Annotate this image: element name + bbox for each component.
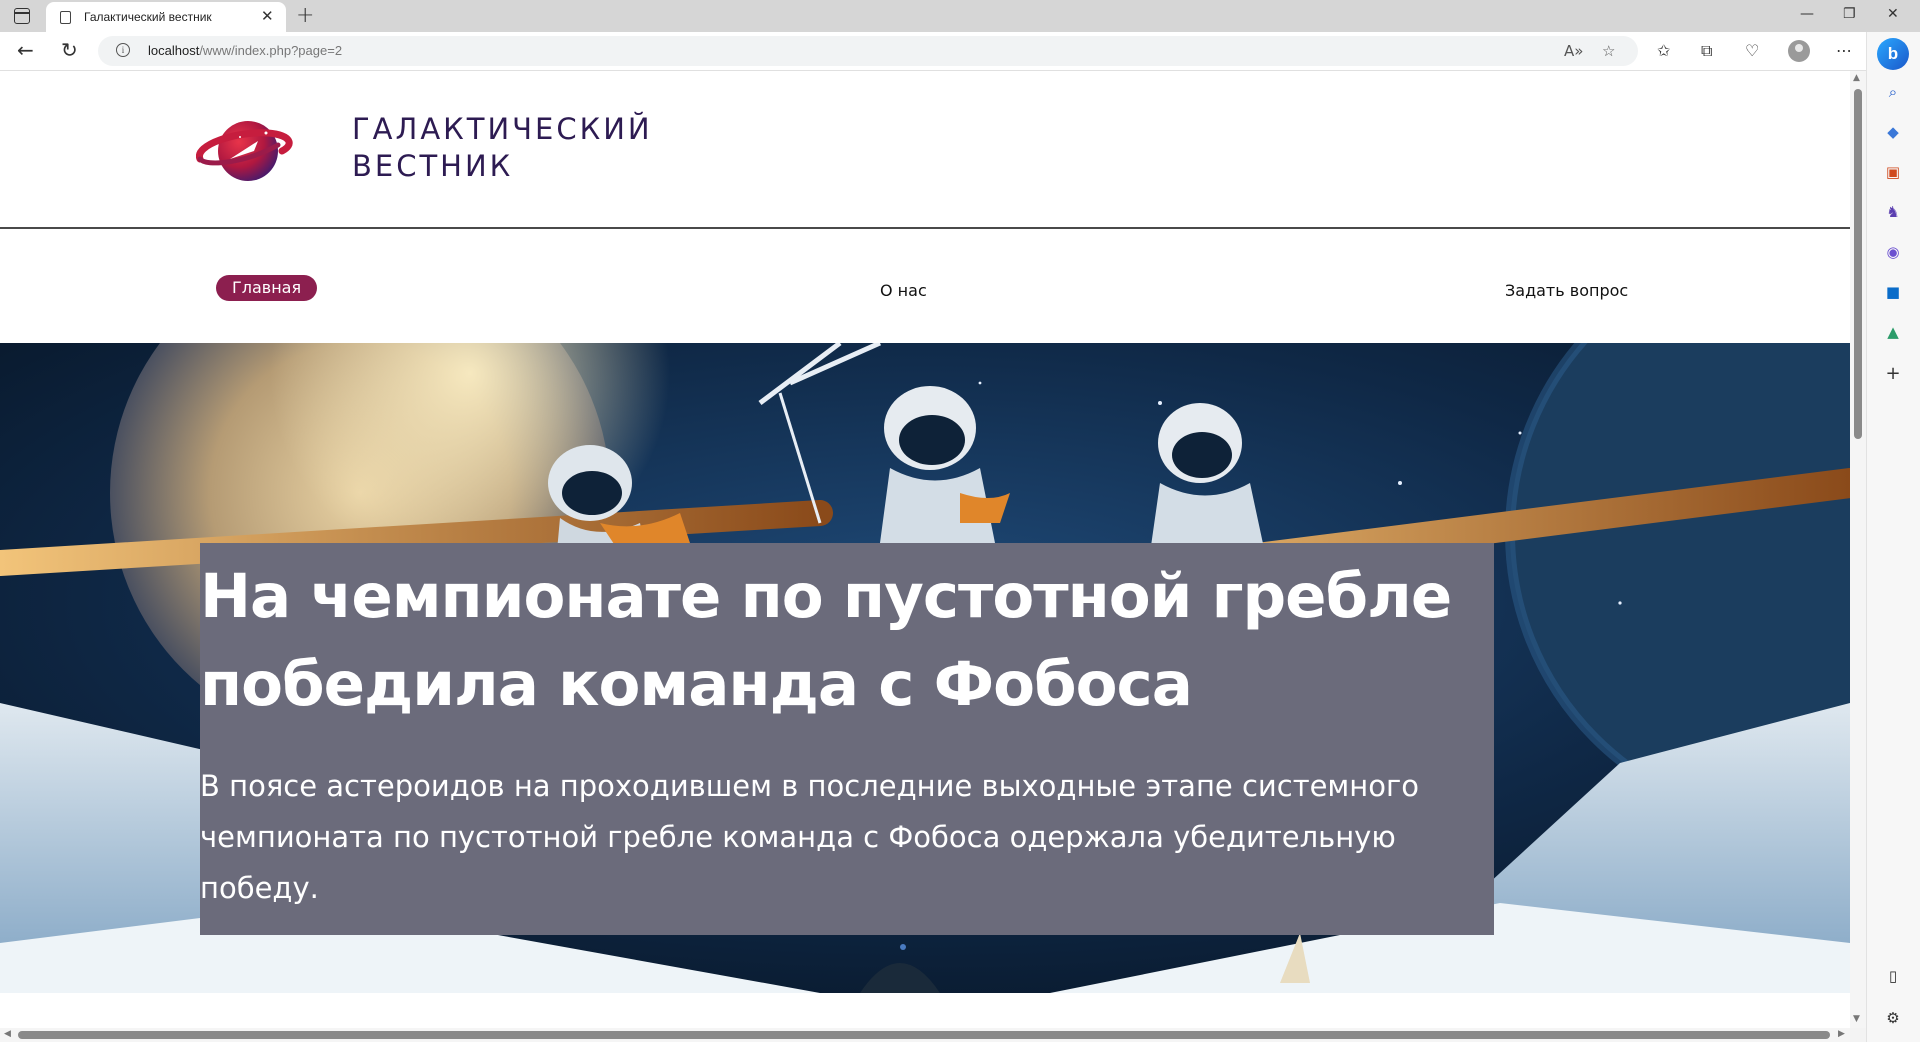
site-header: Галактический вестник <box>0 71 1850 229</box>
scroll-left-icon[interactable]: ◀ <box>4 1029 11 1039</box>
nav-about[interactable]: О нас <box>880 281 927 300</box>
shopping-icon[interactable]: ◆ <box>1883 122 1903 142</box>
settings-icon[interactable]: ⚙ <box>1883 1008 1903 1028</box>
favorites-icon[interactable]: ✩ <box>1657 41 1670 60</box>
collections-icon[interactable]: ⧉ <box>1701 41 1712 61</box>
outlook-icon[interactable]: ■ <box>1883 282 1903 302</box>
site-title[interactable]: Галактический вестник <box>352 111 672 185</box>
tab-title: Галактический вестник <box>84 10 212 24</box>
edge-sidebar: b ⌕ ◆ ▣ ♞ ◉ ■ ▲ + ▯ ⚙ <box>1866 32 1920 1042</box>
search-icon[interactable]: ⌕ <box>1883 82 1903 102</box>
tools-icon[interactable]: ▣ <box>1883 162 1903 182</box>
url-host: localhost <box>148 43 200 58</box>
nav-ask-question[interactable]: Задать вопрос <box>1505 281 1628 300</box>
headline[interactable]: На чемпионате по пустотной гребле победи… <box>200 553 1480 729</box>
close-tab-icon[interactable]: ✕ <box>261 7 274 25</box>
hero-banner: На чемпионате по пустотной гребле победи… <box>0 343 1850 993</box>
scroll-right-icon[interactable]: ▶ <box>1838 1029 1845 1039</box>
slide-indicator[interactable] <box>900 944 906 950</box>
planet-logo-icon[interactable] <box>196 115 296 185</box>
site-title-line2: вестник <box>352 149 514 183</box>
close-window-button[interactable]: ✕ <box>1887 6 1899 22</box>
horizontal-scroll-thumb[interactable] <box>18 1031 1830 1039</box>
browser-tab[interactable]: Галактический вестник ✕ <box>46 2 286 32</box>
more-icon[interactable]: ⋯ <box>1836 41 1852 60</box>
profile-icon[interactable] <box>1788 40 1810 62</box>
address-bar[interactable]: i localhost/www/index.php?page=2 A» ☆ <box>98 36 1638 66</box>
restore-button[interactable]: ❐ <box>1843 6 1856 22</box>
page-viewport: Галактический вестник Главная О нас Зада… <box>0 71 1850 1028</box>
new-tab-button[interactable]: + <box>296 3 314 28</box>
favorite-icon[interactable]: ☆ <box>1602 42 1615 60</box>
tab-actions-icon[interactable] <box>14 8 30 24</box>
url-text[interactable]: localhost/www/index.php?page=2 <box>148 43 342 58</box>
site-title-line1: Галактический <box>352 112 653 146</box>
nav-home[interactable]: Главная <box>216 275 318 301</box>
scroll-down-icon[interactable]: ▼ <box>1853 1014 1860 1024</box>
vertical-scroll-thumb[interactable] <box>1854 89 1862 439</box>
split-screen-icon[interactable]: ▯ <box>1883 966 1903 986</box>
office-icon[interactable]: ◉ <box>1883 242 1903 262</box>
games-icon[interactable]: ♞ <box>1883 202 1903 222</box>
refresh-icon[interactable]: ↻ <box>61 38 78 62</box>
drop-icon[interactable]: ▲ <box>1883 322 1903 342</box>
page-icon <box>60 11 71 24</box>
back-icon[interactable]: ← <box>17 38 34 62</box>
info-icon[interactable]: i <box>116 43 130 57</box>
bing-icon[interactable]: b <box>1877 38 1909 70</box>
lead-text: В поясе астероидов на проходившем в посл… <box>200 769 1419 905</box>
browser-toolbar: ← ↻ i localhost/www/index.php?page=2 A» … <box>0 32 1920 71</box>
horizontal-scrollbar[interactable]: ◀ ▶ <box>0 1028 1850 1042</box>
url-path: /www/index.php?page=2 <box>199 43 343 58</box>
read-aloud-icon[interactable]: A» <box>1564 42 1583 60</box>
hero-caption: На чемпионате по пустотной гребле победи… <box>200 543 1494 935</box>
main-nav: Главная О нас Задать вопрос <box>0 229 1850 343</box>
title-bar: Галактический вестник ✕ + — ❐ ✕ <box>0 0 1920 32</box>
page-below-fold <box>0 993 1850 1028</box>
minimize-button[interactable]: — <box>1800 6 1814 22</box>
add-icon[interactable]: + <box>1883 364 1903 384</box>
scroll-up-icon[interactable]: ▲ <box>1853 73 1860 83</box>
performance-icon[interactable]: ♡ <box>1745 41 1759 60</box>
vertical-scrollbar[interactable]: ▲ ▼ <box>1850 71 1866 1028</box>
